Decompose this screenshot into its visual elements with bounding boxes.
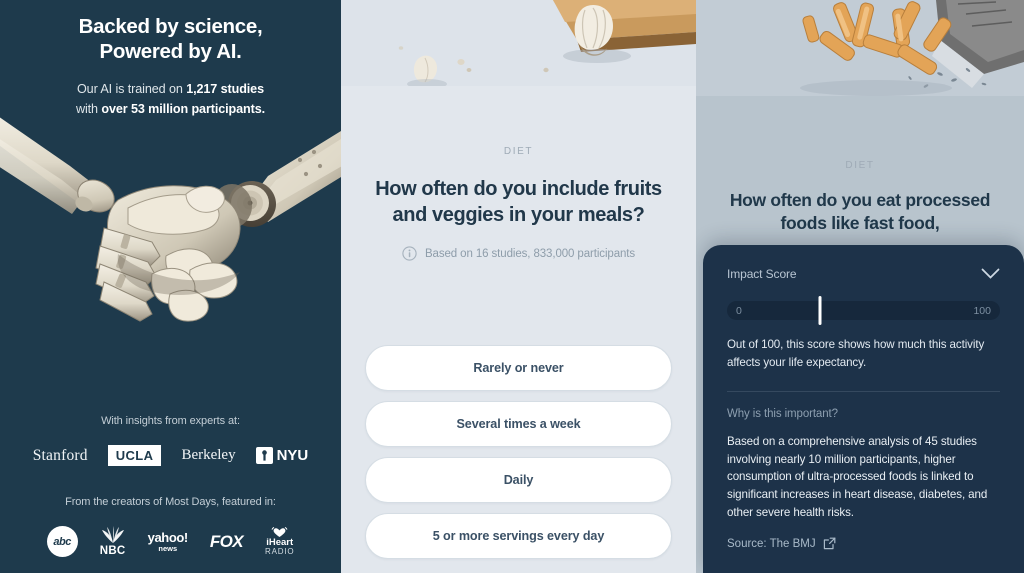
impact-score-label: Impact Score [727,267,797,281]
left-panel-header: Backed by science, Powered by AI. Our AI… [0,0,341,119]
garlic-cutting-board-illustration [341,0,696,86]
nyu-label: NYU [276,447,309,464]
nbc-logo: NBC [100,526,126,557]
score-track[interactable]: 0 100 [727,296,1000,325]
answer-option-rarely-or-never[interactable]: Rarely or never [365,345,672,391]
media-logo-row: abc NBC yahoo! news FOX iHeart RADIO [0,526,341,557]
participants-count: over 53 million participants. [101,101,266,116]
score-max-label: 100 [973,304,991,317]
yahoo-news-sublabel: news [158,543,178,553]
subtitle-mid: with [75,101,102,116]
score-description: Out of 100, this score shows how much th… [727,338,985,369]
ucla-logo: UCLA [107,445,162,466]
question-text: How often do you include fruits and vegg… [375,178,662,226]
french-fries-illustration [696,0,1024,96]
category-kicker: DIET [503,146,534,157]
external-link-icon[interactable] [823,537,836,550]
fox-logo: FOX [209,531,244,551]
sheet-header[interactable]: Impact Score [727,267,1000,281]
title-line-1: Backed by science, [78,15,263,38]
score-min-label: 0 [736,304,742,317]
torch-glyph [261,450,267,461]
title-line-2: Powered by AI. [99,40,242,63]
answer-option-five-or-more-servings[interactable]: 5 or more servings every day [365,513,672,559]
impact-score-slider[interactable]: 34 0 100 [727,296,1000,325]
social-proof-footer: With insights from experts at: Stanford … [0,415,341,557]
source-row[interactable]: Source: The BMJ [727,537,1000,550]
university-logo-row: Stanford UCLA Berkeley NYU [0,445,341,466]
peacock-icon [101,526,124,543]
evidence-text: Based on 16 studies, 833,000 participant… [424,247,636,260]
nyu-logo: NYU [255,447,309,464]
ai-training-subtitle: Our AI is trained on 1,217 studies with … [18,80,323,119]
answer-option-daily[interactable]: Daily [365,457,672,503]
onboarding-panel: Backed by science, Powered by AI. Our AI… [0,0,341,573]
question-header: DIET How often do you include fruits and… [341,146,696,261]
sheet-divider [727,391,1000,393]
info-icon[interactable] [402,246,417,261]
torch-icon [255,447,273,464]
studies-count: 1,217 studies [186,82,264,96]
question-panel-diet-fruits: DIET How often do you include fruits and… [341,0,696,573]
score-thumb[interactable] [818,296,822,325]
handshake-illustration [0,117,341,322]
media-caption: From the creators of Most Days, featured… [65,496,276,508]
berkeley-logo: Berkeley [181,447,236,463]
chevron-down-icon[interactable] [981,268,1000,280]
right-question-header: DIET How often do you eat processed food… [696,160,1024,236]
question-text: How often do you eat processed foods lik… [729,190,991,234]
yahoo-label: yahoo! [147,529,189,545]
yahoo-news-logo: yahoo! news [147,529,189,553]
iheart-radio-sublabel: RADIO [265,546,295,556]
experts-caption: With insights from experts at: [101,415,240,427]
question-evidence-meta: Based on 16 studies, 833,000 participant… [341,246,696,261]
impact-score-sheet: Impact Score 34 0 100 Out of 100, this s… [703,245,1024,573]
nbc-label: NBC [99,545,126,557]
source-label: Source: The BMJ [727,537,816,550]
impact-score-panel: DIET How often do you eat processed food… [696,0,1024,573]
why-important-label: Why is this important? [727,408,838,421]
subtitle-prefix: Our AI is trained on [76,82,187,96]
category-kicker: DIET [845,160,875,171]
stanford-logo: Stanford [32,446,88,464]
iheartradio-logo: iHeart RADIO [265,526,295,556]
page-title: Backed by science, Powered by AI. [18,14,323,64]
app-screenshot: Backed by science, Powered by AI. Our AI… [0,0,1024,573]
why-important-body: Based on a comprehensive analysis of 45 … [727,435,988,519]
abc-logo: abc [46,526,78,557]
answer-options-list: Rarely or never Several times a week Dai… [341,345,696,569]
answer-option-several-times-a-week[interactable]: Several times a week [365,401,672,447]
